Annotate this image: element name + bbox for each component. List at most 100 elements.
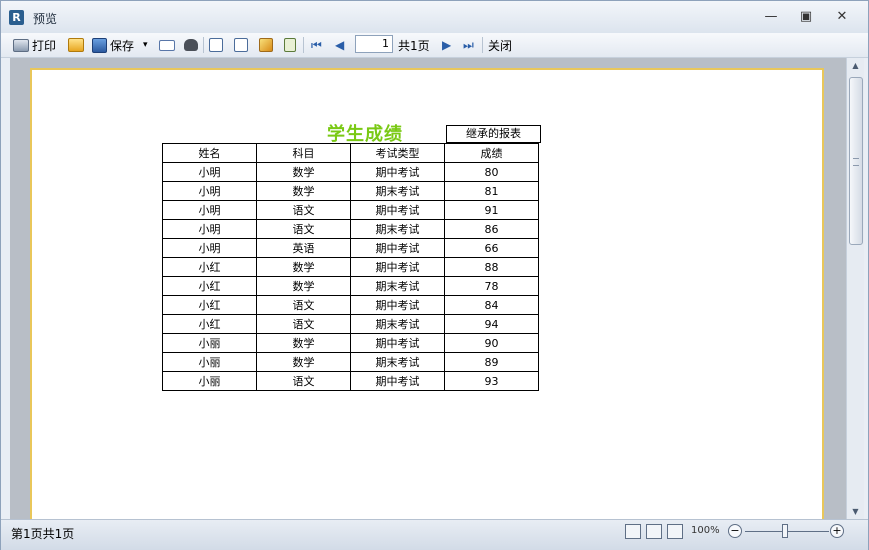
prev-page-icon: ◀ bbox=[335, 38, 345, 52]
zoom-slider-thumb[interactable] bbox=[782, 524, 788, 538]
table-cell: 期中考试 bbox=[350, 238, 445, 258]
table-row: 小红 数学 期中考试 88 bbox=[162, 257, 539, 277]
table-cell: 数学 bbox=[256, 352, 351, 372]
print-button[interactable]: 打印 bbox=[13, 35, 56, 55]
table-cell: 小明 bbox=[162, 162, 257, 182]
table-cell: 语文 bbox=[256, 314, 351, 334]
next-page-button[interactable]: ▶ bbox=[442, 35, 451, 55]
email-button[interactable] bbox=[159, 35, 175, 55]
zoom-out-button[interactable]: − bbox=[728, 524, 742, 538]
vertical-scrollbar[interactable]: ▲ ▼ bbox=[846, 58, 864, 519]
first-page-button[interactable]: ⏮ bbox=[311, 35, 322, 55]
preview-window: R 预览 — ▣ ✕ 打印 保存 ▾ ⏮ ◀ 1 共1页 ▶ ⏭ 关闭 学生成绩… bbox=[0, 0, 869, 550]
app-icon: R bbox=[9, 10, 24, 25]
toolbar-divider bbox=[303, 37, 304, 53]
table-cell: 期末考试 bbox=[350, 219, 445, 239]
page-info: 第1页共1页 bbox=[11, 527, 75, 541]
table-cell: 小明 bbox=[162, 181, 257, 201]
single-page-view-button[interactable] bbox=[646, 524, 662, 539]
table-cell: 英语 bbox=[256, 238, 351, 258]
table-cell: 语文 bbox=[256, 295, 351, 315]
table-cell: 78 bbox=[444, 276, 539, 296]
table-cell: 数学 bbox=[256, 162, 351, 182]
scrollbar-thumb[interactable] bbox=[849, 77, 863, 245]
table-cell: 期中考试 bbox=[350, 162, 445, 182]
column-header: 姓名 bbox=[162, 143, 257, 163]
table-cell: 数学 bbox=[256, 257, 351, 277]
folder-open-icon bbox=[68, 38, 84, 52]
table-cell: 94 bbox=[444, 314, 539, 334]
table-row: 小明 数学 期中考试 80 bbox=[162, 162, 539, 182]
table-cell: 小红 bbox=[162, 257, 257, 277]
print-label: 打印 bbox=[32, 38, 57, 53]
next-page-icon: ▶ bbox=[442, 38, 452, 52]
table-cell: 期末考试 bbox=[350, 276, 445, 296]
edit-button[interactable] bbox=[259, 35, 273, 55]
page-icon bbox=[284, 38, 296, 52]
single-page-button[interactable] bbox=[284, 35, 296, 55]
prev-page-button[interactable]: ◀ bbox=[335, 35, 344, 55]
page-total-label: 共1页 bbox=[398, 38, 430, 53]
close-preview-button[interactable]: 关闭 bbox=[488, 35, 512, 55]
grip-icon bbox=[853, 158, 859, 166]
last-page-button[interactable]: ⏭ bbox=[463, 35, 474, 55]
table-row: 小丽 数学 期末考试 89 bbox=[162, 352, 539, 372]
window-title: 预览 bbox=[33, 12, 58, 26]
status-bar: 第1页共1页 100% − + bbox=[1, 519, 868, 550]
table-row: 小明 语文 期中考试 91 bbox=[162, 200, 539, 220]
page-setup-button[interactable] bbox=[234, 35, 248, 55]
page-number-input[interactable]: 1 bbox=[355, 35, 393, 53]
save-label: 保存 bbox=[110, 38, 135, 53]
column-header: 考试类型 bbox=[350, 143, 445, 163]
zoom-level: 100% bbox=[691, 525, 720, 536]
save-disk-icon bbox=[92, 37, 107, 53]
multi-page-view-button[interactable] bbox=[667, 524, 683, 539]
table-row: 小红 语文 期中考试 84 bbox=[162, 295, 539, 315]
table-cell: 80 bbox=[444, 162, 539, 182]
open-button[interactable] bbox=[68, 35, 84, 55]
table-cell: 数学 bbox=[256, 333, 351, 353]
scroll-down-icon[interactable]: ▼ bbox=[847, 504, 864, 519]
page-layout-button[interactable] bbox=[209, 35, 223, 55]
mail-icon bbox=[159, 39, 175, 51]
report-page: 学生成绩 继承的报表 姓名 科目 考试类型 成绩 小明 数学 期中考试 80 小明 数学期… bbox=[30, 68, 824, 519]
table-cell: 期末考试 bbox=[350, 181, 445, 201]
toolbar: 打印 保存 ▾ ⏮ ◀ 1 共1页 ▶ ⏭ 关闭 bbox=[1, 33, 868, 58]
last-page-icon: ⏭ bbox=[463, 37, 474, 52]
table-cell: 期中考试 bbox=[350, 333, 445, 353]
table-row: 小明 数学 期末考试 81 bbox=[162, 181, 539, 201]
chevron-down-icon: ▾ bbox=[143, 40, 148, 50]
table-cell: 数学 bbox=[256, 276, 351, 296]
table-cell: 期中考试 bbox=[350, 295, 445, 315]
table-cell: 语文 bbox=[256, 371, 351, 391]
table-cell: 小丽 bbox=[162, 371, 257, 391]
find-button[interactable] bbox=[184, 35, 198, 55]
title-bar: R 预览 — ▣ ✕ bbox=[1, 1, 868, 33]
table-cell: 语文 bbox=[256, 200, 351, 220]
save-button[interactable]: 保存 bbox=[92, 35, 134, 55]
fit-page-button[interactable] bbox=[625, 524, 641, 539]
table-cell: 期末考试 bbox=[350, 314, 445, 334]
zoom-in-button[interactable]: + bbox=[830, 524, 844, 538]
minimize-button[interactable]: — bbox=[759, 7, 783, 27]
table-cell: 数学 bbox=[256, 181, 351, 201]
save-dropdown-button[interactable]: ▾ bbox=[143, 35, 148, 55]
table-cell: 小红 bbox=[162, 314, 257, 334]
table-cell: 93 bbox=[444, 371, 539, 391]
page-layout-icon bbox=[209, 38, 223, 52]
printer-icon bbox=[13, 38, 29, 52]
table-cell: 小红 bbox=[162, 295, 257, 315]
column-header: 成绩 bbox=[444, 143, 539, 163]
scroll-up-icon[interactable]: ▲ bbox=[847, 58, 864, 73]
table-cell: 66 bbox=[444, 238, 539, 258]
table-cell: 期中考试 bbox=[350, 257, 445, 277]
maximize-button[interactable]: ▣ bbox=[794, 7, 818, 27]
preview-viewport[interactable]: 学生成绩 继承的报表 姓名 科目 考试类型 成绩 小明 数学 期中考试 80 小明 数学期… bbox=[10, 58, 846, 519]
toolbar-divider bbox=[482, 37, 483, 53]
table-cell: 小明 bbox=[162, 200, 257, 220]
table-row: 小明 语文 期末考试 86 bbox=[162, 219, 539, 239]
close-window-button[interactable]: ✕ bbox=[830, 7, 854, 27]
table-cell: 88 bbox=[444, 257, 539, 277]
table-row: 小丽 语文 期中考试 93 bbox=[162, 371, 539, 391]
table-cell: 小明 bbox=[162, 219, 257, 239]
